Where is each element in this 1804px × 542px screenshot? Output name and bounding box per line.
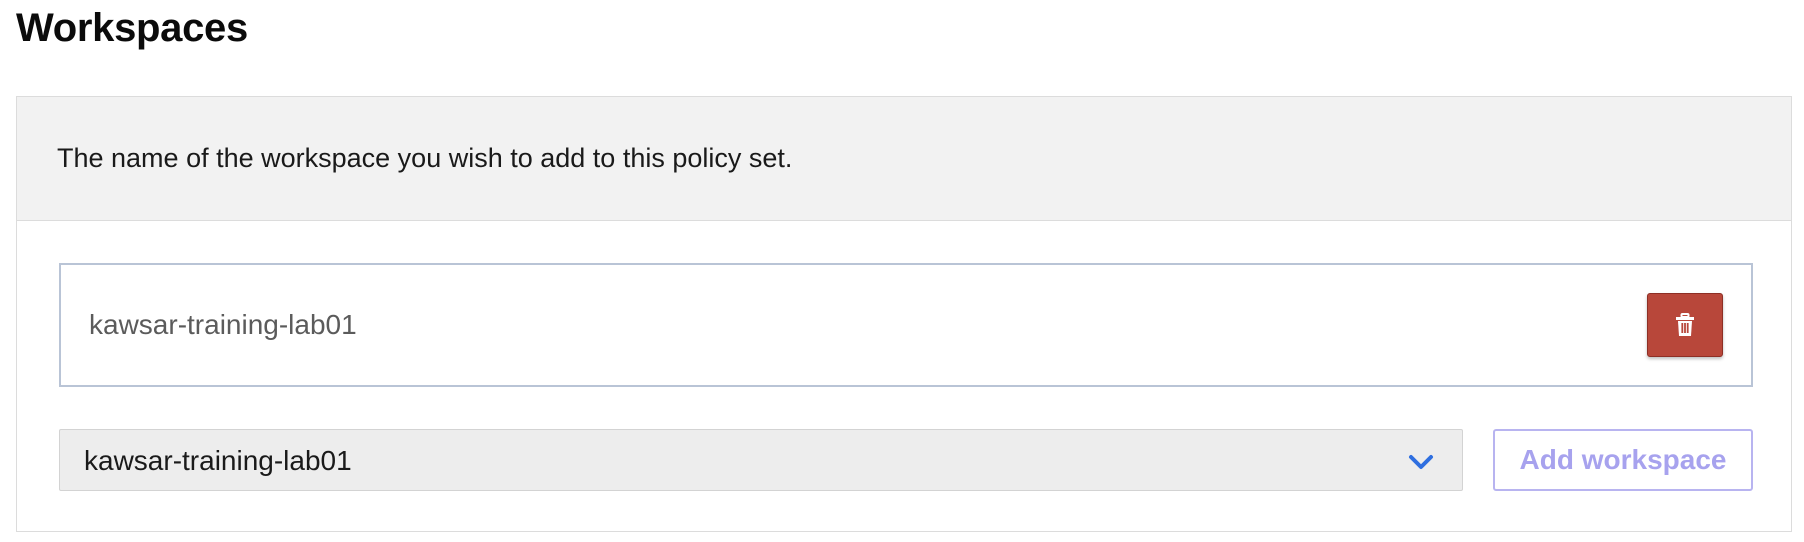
- workspace-entry: kawsar-training-lab01: [59, 263, 1753, 387]
- workspaces-panel: The name of the workspace you wish to ad…: [16, 96, 1792, 532]
- chevron-down-icon: [1409, 455, 1433, 469]
- workspace-select[interactable]: kawsar-training-lab01: [59, 429, 1463, 491]
- trash-icon: [1676, 313, 1694, 336]
- page-title: Workspaces: [16, 6, 248, 50]
- panel-header: The name of the workspace you wish to ad…: [17, 97, 1791, 221]
- workspace-select-value: kawsar-training-lab01: [84, 445, 352, 476]
- workspace-entry-name: kawsar-training-lab01: [89, 309, 357, 340]
- delete-workspace-button[interactable]: [1647, 293, 1723, 357]
- add-workspace-button[interactable]: Add workspace: [1493, 429, 1753, 491]
- panel-description: The name of the workspace you wish to ad…: [57, 143, 793, 173]
